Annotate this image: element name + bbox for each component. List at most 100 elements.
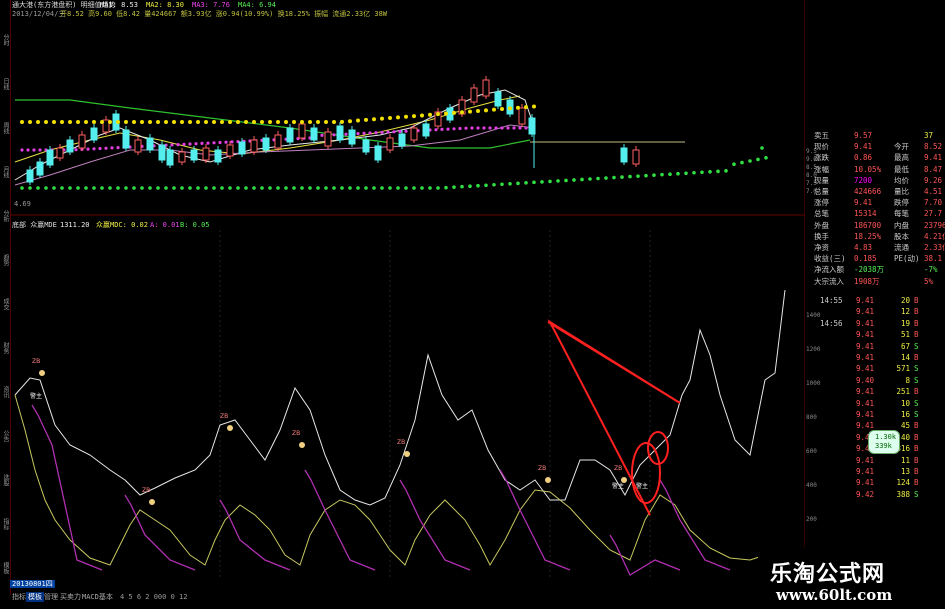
left-tab-11[interactable]: 指标	[0, 504, 10, 544]
badge-top: 1.30k	[875, 433, 897, 441]
bottom-bar: 20130801四 指标 模板 管理 买卖力 MACD基本 4 5 6 2 000 0 …	[0, 578, 760, 609]
quote-key: 涨停	[814, 198, 829, 208]
tick-side: B	[914, 318, 919, 328]
tick-side: B	[914, 444, 919, 454]
candle-body-5	[78, 134, 86, 149]
candle-body-30	[374, 145, 382, 161]
left-tab-3[interactable]: 月线	[0, 152, 10, 192]
tick-row: 9.41 16 S	[806, 409, 945, 420]
magenta-dot	[86, 147, 90, 151]
yellow-band-dot	[308, 120, 312, 124]
green-band-dot	[684, 171, 688, 176]
quote-value: 1908万	[854, 276, 880, 286]
yellow-band-dot	[484, 108, 488, 113]
yellow-band-dot	[148, 120, 152, 124]
green-band-dot	[476, 183, 480, 188]
watermark-url: www.60lt.com	[776, 586, 893, 604]
green-band-dot	[100, 186, 104, 190]
yellow-band-dot	[452, 110, 456, 115]
zb-marker-4	[404, 451, 410, 457]
tick-side: B	[914, 467, 919, 476]
candle-body-6	[90, 127, 98, 141]
green-band-dot	[348, 186, 352, 190]
green-band-dot	[172, 186, 176, 190]
quote-row: 卖五 9.57 37	[806, 130, 945, 141]
green-band-dot	[420, 186, 424, 190]
tick-volume: 251	[896, 387, 910, 397]
tick-side: B	[914, 478, 919, 488]
magenta-dot	[344, 132, 348, 136]
yellow-band-dot	[468, 109, 472, 114]
yellow-band-dot	[460, 110, 464, 115]
left-tab-10[interactable]: 选股	[0, 460, 10, 500]
green-band-dot	[212, 186, 216, 190]
magenta-dot	[452, 127, 456, 131]
green-band-dot	[596, 176, 600, 181]
candle-body-4	[66, 139, 74, 153]
left-tab-8[interactable]: 资讯	[0, 372, 10, 412]
magenta-dot	[470, 126, 474, 130]
quote-row: 现量 7200 均价 9.26	[806, 175, 945, 186]
left-tab-6[interactable]: 成交	[0, 284, 10, 324]
zb-label-4: ZB	[397, 439, 405, 446]
yellow-band-dot	[316, 120, 320, 124]
left-tab-2[interactable]: 周线	[0, 108, 10, 148]
magenta-dot	[188, 142, 192, 146]
left-tab-1[interactable]: 日线	[0, 64, 10, 104]
yellow-band-dot	[28, 120, 32, 124]
magenta-dot	[332, 133, 336, 137]
green-band-dot	[660, 172, 664, 177]
quote-key: 总笔	[814, 209, 829, 219]
green-band-dot	[92, 186, 96, 190]
tick-row: 9.41 124 B	[806, 477, 945, 488]
magenta-dot	[518, 126, 522, 130]
quote-value2: 8.47	[924, 164, 943, 174]
green-band-dot	[380, 186, 384, 190]
green-band-dot	[548, 179, 552, 184]
green-band-dot	[676, 171, 680, 176]
quote-value2: 2.33亿	[924, 243, 945, 252]
badge-bottom: 339k	[875, 442, 892, 450]
green-band-dot	[76, 186, 80, 190]
left-tab-7[interactable]: 财务	[0, 328, 10, 368]
quote-key2: 均价	[894, 175, 909, 185]
quote-value: 10.05%	[854, 164, 882, 174]
tick-side: B	[914, 421, 919, 431]
quote-key2: 量比	[894, 187, 909, 196]
green-band-dot	[196, 186, 200, 190]
green-band-dot	[404, 186, 408, 190]
green-band-dot	[388, 186, 392, 190]
green-band-dot	[292, 186, 296, 190]
candle-body-24	[298, 123, 306, 139]
candle-body-13	[166, 149, 174, 166]
left-tab-4[interactable]: 分析	[0, 196, 10, 236]
tick-volume: 10	[900, 398, 910, 408]
left-tab-0[interactable]: 分时	[0, 20, 10, 60]
tick-volume: 67	[900, 341, 910, 351]
green-band-dot	[20, 186, 24, 190]
bottom-tab-4[interactable]: MACD基本	[80, 592, 115, 602]
tick-row: 9.41 12 B	[806, 306, 945, 317]
magenta-dot	[440, 127, 444, 131]
green-band-dot	[572, 178, 576, 182]
green-band-dot	[52, 186, 56, 190]
quote-key: 换手	[814, 231, 829, 241]
yellow-band-dot	[500, 107, 504, 112]
stock-chart[interactable]: ZBZBZBZBZBZB ZB警主警主 警主	[10, 0, 805, 590]
tick-side: B	[914, 330, 919, 340]
yellow-band-dot	[260, 120, 264, 124]
green-band-dot	[500, 182, 504, 187]
indicator-magenta-spike-0	[31, 404, 103, 571]
tick-row: 9.41 251 B	[806, 386, 945, 397]
left-tab-5[interactable]: 趋势	[0, 240, 10, 280]
left-tab-9[interactable]: 公告	[0, 416, 10, 456]
green-band-dot	[132, 186, 136, 190]
green-band-dot	[564, 178, 568, 183]
green-band-dot	[764, 156, 768, 160]
quote-value2: 38.1	[924, 254, 943, 264]
tick-price: 9.41	[856, 330, 875, 340]
green-band-dot	[760, 146, 764, 150]
magenta-dot	[374, 131, 378, 135]
tick-price: 9.41	[856, 364, 875, 374]
magenta-dot	[434, 128, 438, 132]
